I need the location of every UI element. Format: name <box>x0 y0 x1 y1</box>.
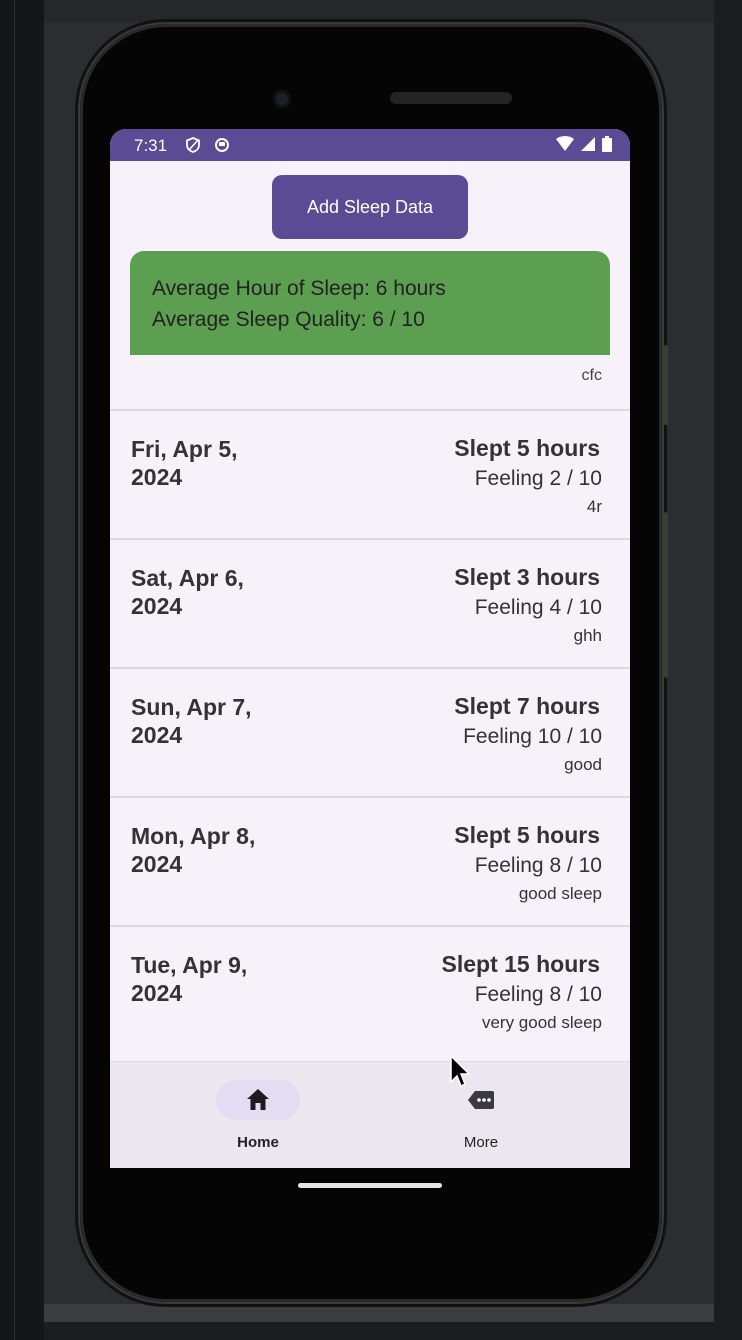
sync-icon <box>215 138 229 152</box>
status-bar: 7:31 <box>110 129 630 161</box>
entry-note: 4r <box>586 497 602 516</box>
nav-home[interactable]: Home <box>178 1062 338 1168</box>
shield-icon <box>186 137 200 153</box>
entry-note: good <box>564 755 602 774</box>
entry-note: ghh <box>573 626 602 645</box>
entry-date: Sat, Apr 6, 2024 <box>131 565 244 619</box>
emulator-bottom-bar <box>44 1304 714 1322</box>
average-hours-text: Average Hour of Sleep: 6 hours <box>152 277 446 300</box>
emulator-toolbar <box>44 0 714 22</box>
entry-feeling: Feeling 10 / 10 <box>463 725 602 748</box>
gesture-home-bar[interactable] <box>298 1183 442 1188</box>
entry-date: Tue, Apr 9, 2024 <box>131 952 248 1006</box>
sleep-entry[interactable]: Fri, Apr 5, 2024 Slept 5 hours Feeling 2… <box>110 409 630 538</box>
entry-feeling: Feeling 4 / 10 <box>474 596 602 619</box>
signal-icon <box>581 137 595 151</box>
entry-hours: Slept 15 hours <box>441 951 600 977</box>
status-time: 7:31 <box>134 136 168 155</box>
entry-date: Fri, Apr 5, 2024 <box>131 436 238 490</box>
front-camera <box>273 90 291 108</box>
status-icons <box>556 136 612 152</box>
entry-hours: Slept 7 hours <box>454 693 600 719</box>
battery-icon <box>602 136 612 152</box>
volume-button[interactable] <box>664 345 668 425</box>
entry-hours: Slept 5 hours <box>454 822 600 848</box>
partial-entry-note: cfc <box>581 367 602 384</box>
entry-hours: Slept 5 hours <box>454 435 600 461</box>
entry-note: very good sleep <box>481 1013 602 1032</box>
sleep-entry[interactable]: Sat, Apr 6, 2024 Slept 3 hours Feeling 4… <box>110 538 630 667</box>
sleep-entry[interactable]: Mon, Apr 8, 2024 Slept 5 hours Feeling 8… <box>110 796 630 925</box>
entry-feeling: Feeling 8 / 10 <box>474 983 602 1006</box>
nav-more-label: More <box>463 1134 499 1151</box>
ide-right-panel <box>714 0 742 1340</box>
entry-hours: Slept 3 hours <box>454 564 600 590</box>
earpiece-speaker <box>390 92 512 104</box>
average-quality-text: Average Sleep Quality: 6 / 10 <box>152 308 425 331</box>
entry-feeling: Feeling 8 / 10 <box>474 854 602 877</box>
mouse-cursor-icon <box>450 1055 471 1088</box>
sleep-entry[interactable]: Tue, Apr 9, 2024 Slept 15 hours Feeling … <box>110 925 630 1054</box>
nav-more[interactable]: More <box>401 1062 561 1168</box>
wifi-icon <box>556 136 574 151</box>
entry-date: Sun, Apr 7, 2024 <box>131 694 252 748</box>
ide-left-panel <box>0 0 44 1340</box>
entry-date: Mon, Apr 8, 2024 <box>131 823 256 877</box>
entry-note: good sleep <box>518 884 602 903</box>
add-sleep-data-button[interactable]: Add Sleep Data <box>272 175 468 239</box>
sleep-entry[interactable]: Sun, Apr 7, 2024 Slept 7 hours Feeling 1… <box>110 667 630 796</box>
entry-feeling: Feeling 2 / 10 <box>474 467 602 490</box>
bottom-navigation: Home More <box>110 1061 630 1168</box>
sleep-summary-card: Average Hour of Sleep: 6 hours Average S… <box>130 251 610 355</box>
app-screen: 7:31 Add Sleep Data Average Hour of Slee… <box>110 129 630 1168</box>
sleep-entry-list[interactable]: Fri, Apr 5, 2024 Slept 5 hours Feeling 2… <box>110 409 630 1054</box>
home-icon <box>247 1089 269 1110</box>
nav-home-label: Home <box>237 1134 279 1151</box>
power-button[interactable] <box>664 512 668 678</box>
